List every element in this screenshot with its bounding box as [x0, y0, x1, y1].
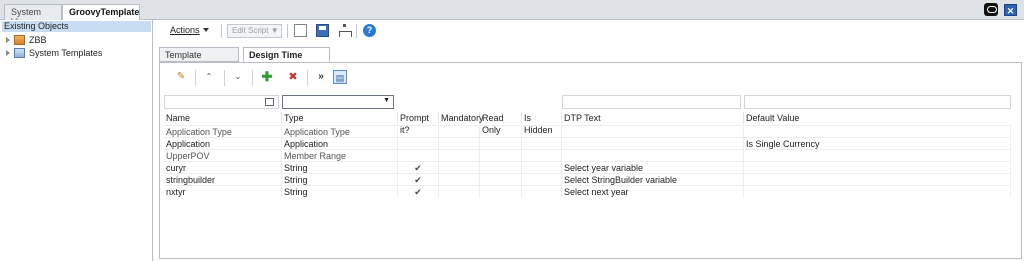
cell-mandatory[interactable]: [439, 186, 480, 198]
chevron-down-icon: [202, 28, 209, 32]
toolbar-divider: [195, 70, 196, 86]
tab-template-designer[interactable]: Template Designer: [159, 47, 239, 74]
tab-system-view[interactable]: System View: [4, 4, 62, 27]
tree-item-label: ZBB: [29, 35, 47, 45]
actions-menu[interactable]: Actions: [170, 25, 209, 35]
default-value-filter-input[interactable]: [744, 95, 1011, 109]
table-row[interactable]: Application Application Is Single Currency: [164, 137, 1011, 150]
main-toolbar: Actions Edit Script ▼ ?: [157, 20, 1024, 44]
template-icon: [14, 48, 25, 58]
expand-icon[interactable]: [6, 50, 10, 56]
toolbar-divider: [287, 24, 288, 38]
cell-prompt[interactable]: ✔: [398, 186, 439, 198]
table-row[interactable]: Application Type Application Type: [164, 125, 1011, 138]
table-row[interactable]: curyr String ✔ Select year variable: [164, 161, 1011, 174]
column-header-type[interactable]: Type: [282, 112, 398, 124]
move-down-icon[interactable]: ⌄: [231, 70, 245, 84]
tree-item-zbb[interactable]: ZBB: [6, 34, 47, 46]
more-icon[interactable]: »: [314, 70, 328, 84]
type-filter-select[interactable]: [282, 95, 394, 109]
expand-icon[interactable]: [6, 37, 10, 43]
column-header-prompt[interactable]: Prompt it?: [398, 112, 439, 135]
edit-script-label: Edit Script: [232, 26, 269, 35]
tree-icon[interactable]: [338, 24, 352, 37]
column-header-dtp-text[interactable]: DTP Text: [562, 112, 744, 124]
delete-icon[interactable]: ✖: [286, 70, 300, 84]
table-row[interactable]: stringbuilder String ✔ Select StringBuilder…: [164, 173, 1011, 186]
filter-icon: [265, 98, 274, 106]
oracle-icon[interactable]: [984, 3, 998, 16]
cell-read-only[interactable]: [480, 186, 522, 198]
tree-item-system-templates[interactable]: System Templates: [6, 47, 102, 59]
close-icon[interactable]: ✕: [1004, 4, 1017, 16]
column-header-is-hidden[interactable]: Is Hidden: [522, 112, 562, 135]
table-row[interactable]: nxtyr String ✔ Select next year: [164, 185, 1011, 198]
toolbar-divider: [221, 24, 222, 38]
cell-default-value[interactable]: [744, 186, 1011, 198]
cell-name[interactable]: nxtyr: [164, 186, 282, 198]
column-header-default-value[interactable]: Default Value: [744, 112, 1011, 124]
cell-is-hidden[interactable]: [522, 186, 562, 198]
tab-groovy-template[interactable]: GroovyTemplate: [62, 4, 140, 21]
dtp-text-filter-input[interactable]: [562, 95, 741, 109]
table-row[interactable]: UpperPOV Member Range: [164, 149, 1011, 162]
design-time-prompt-icon[interactable]: ▤: [333, 70, 347, 84]
column-header-read-only[interactable]: Read Only: [480, 112, 522, 135]
actions-label: Actions: [170, 25, 200, 35]
tree-item-label: System Templates: [29, 48, 103, 58]
toolbar-divider: [356, 24, 357, 38]
toolbar-divider: [224, 70, 225, 86]
save-icon[interactable]: [316, 24, 329, 37]
help-icon[interactable]: ?: [363, 24, 376, 37]
column-header-mandatory[interactable]: Mandatory: [439, 112, 484, 124]
column-header-name[interactable]: Name: [164, 112, 282, 124]
existing-objects-header: Existing Objects: [2, 21, 151, 32]
filter-row: [164, 95, 1011, 109]
top-tab-bar: System View GroovyTemplate ✕: [0, 0, 1024, 27]
main-content: Actions Edit Script ▼ ? Template Designe…: [157, 20, 1024, 261]
cell-dtp-text[interactable]: Select next year: [562, 186, 744, 198]
move-up-icon[interactable]: ⌃: [202, 70, 216, 84]
toolbar-divider: [307, 70, 308, 86]
object-icon: [14, 35, 25, 45]
design-time-prompt-panel: ✎ ⌃ ⌄ ✚ ✖ » ▤ Name Type Prompt it? Manda…: [159, 62, 1022, 259]
toolbar-divider: [252, 70, 253, 86]
cell-type[interactable]: String: [282, 186, 398, 198]
edit-script-button[interactable]: Edit Script ▼: [227, 24, 282, 38]
new-document-icon[interactable]: [294, 24, 307, 37]
add-icon[interactable]: ✚: [260, 70, 274, 84]
name-filter-input[interactable]: [164, 95, 279, 109]
tab-design-time-prompt[interactable]: Design Time Prompt: [243, 47, 330, 74]
grid-toolbar: ✎ ⌃ ⌄ ✚ ✖ » ▤: [164, 67, 364, 89]
existing-objects-panel: Existing Objects ZBB System Templates: [0, 20, 153, 261]
edit-icon[interactable]: ✎: [174, 70, 188, 84]
